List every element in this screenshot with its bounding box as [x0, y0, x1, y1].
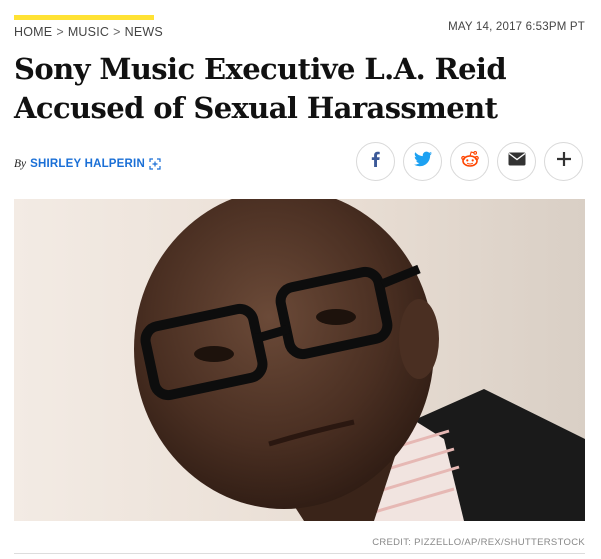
photo-credit: CREDIT: PIZZELLO/AP/REX/SHUTTERSTOCK	[372, 537, 585, 548]
author-link[interactable]: SHIRLEY HALPERIN	[30, 158, 145, 170]
divider	[14, 553, 585, 554]
section-accent-bar	[14, 15, 154, 20]
reddit-icon	[460, 150, 480, 173]
article-hero-photo	[14, 199, 585, 521]
breadcrumb-home[interactable]: HOME	[14, 25, 52, 39]
breadcrumb: HOME > MUSIC > NEWS	[14, 25, 163, 39]
plus-icon	[556, 151, 572, 172]
twitter-icon	[413, 151, 432, 172]
breadcrumb-news[interactable]: NEWS	[125, 25, 163, 39]
breadcrumb-music[interactable]: MUSIC	[68, 25, 109, 39]
breadcrumb-separator: >	[113, 25, 121, 39]
email-icon	[508, 152, 526, 171]
share-facebook-button[interactable]	[356, 142, 395, 181]
breadcrumb-separator: >	[56, 25, 64, 39]
share-twitter-button[interactable]	[403, 142, 442, 181]
headline-line-1: Sony Music Executive L.A. Reid	[14, 52, 507, 86]
share-bar	[356, 142, 583, 181]
byline: By SHIRLEY HALPERIN	[14, 158, 161, 170]
facebook-icon	[368, 151, 384, 172]
byline-prefix: By	[14, 158, 27, 170]
share-more-button[interactable]	[544, 142, 583, 181]
publish-date: MAY 14, 2017 6:53PM PT	[448, 21, 585, 33]
article-headline: Sony Music Executive L.A. Reid Accused o…	[14, 50, 586, 128]
headline-line-2: Accused of Sexual Harassment	[14, 91, 498, 125]
follow-author-icon[interactable]	[149, 158, 161, 170]
share-email-button[interactable]	[497, 142, 536, 181]
share-reddit-button[interactable]	[450, 142, 489, 181]
